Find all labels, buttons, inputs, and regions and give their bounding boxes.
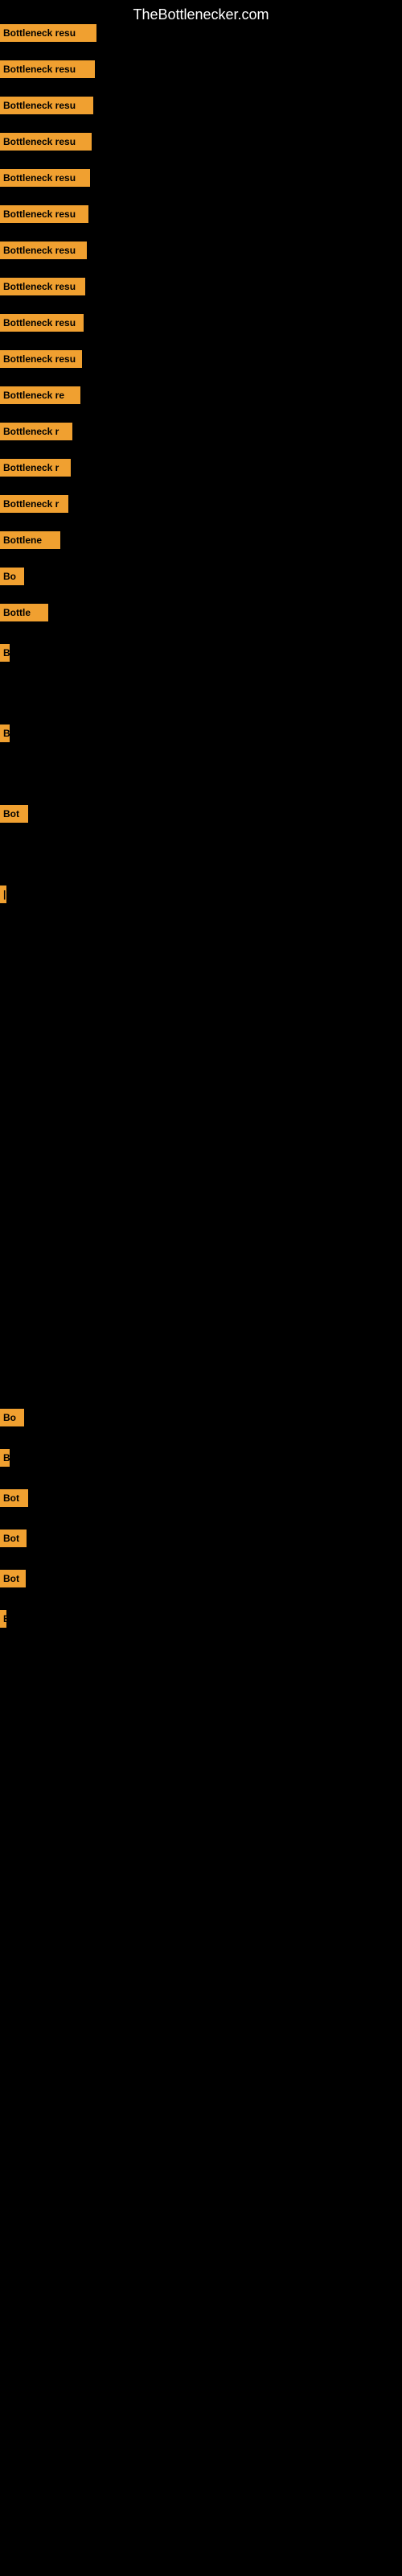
bottleneck-bar: Bottlene (0, 531, 60, 549)
bottleneck-bar: | (0, 886, 6, 903)
bottleneck-bar: Bot (0, 1570, 26, 1587)
bottleneck-bar: Bottleneck resu (0, 133, 92, 151)
bottleneck-bar: B (0, 1610, 6, 1628)
bottleneck-bar: Bottleneck resu (0, 314, 84, 332)
bottleneck-bar: Bottleneck r (0, 495, 68, 513)
bottleneck-bar: Bot (0, 1530, 27, 1547)
bottleneck-bar: Bottleneck resu (0, 169, 90, 187)
bottleneck-bar: B (0, 724, 10, 742)
bottleneck-bar: Bottleneck resu (0, 60, 95, 78)
bottleneck-bar: Bo (0, 1409, 24, 1426)
bottleneck-bar: Bot (0, 1489, 28, 1507)
bottleneck-bar: Bottleneck resu (0, 24, 96, 42)
bottleneck-bar: Bo (0, 568, 24, 585)
bottleneck-bar: Bottleneck resu (0, 278, 85, 295)
bottleneck-bar: B (0, 1449, 10, 1467)
bottleneck-bar: Bottleneck resu (0, 205, 88, 223)
bottleneck-bar: Bot (0, 805, 28, 823)
bottleneck-bar: Bottleneck resu (0, 350, 82, 368)
bottleneck-bar: Bottleneck resu (0, 242, 87, 259)
bottleneck-bar: Bottleneck resu (0, 97, 93, 114)
bottleneck-bar: Bottleneck r (0, 459, 71, 477)
bottleneck-bar: Bottleneck re (0, 386, 80, 404)
bottleneck-bar: Bottle (0, 604, 48, 621)
bottleneck-bar: B (0, 644, 10, 662)
bottleneck-bar: Bottleneck r (0, 423, 72, 440)
